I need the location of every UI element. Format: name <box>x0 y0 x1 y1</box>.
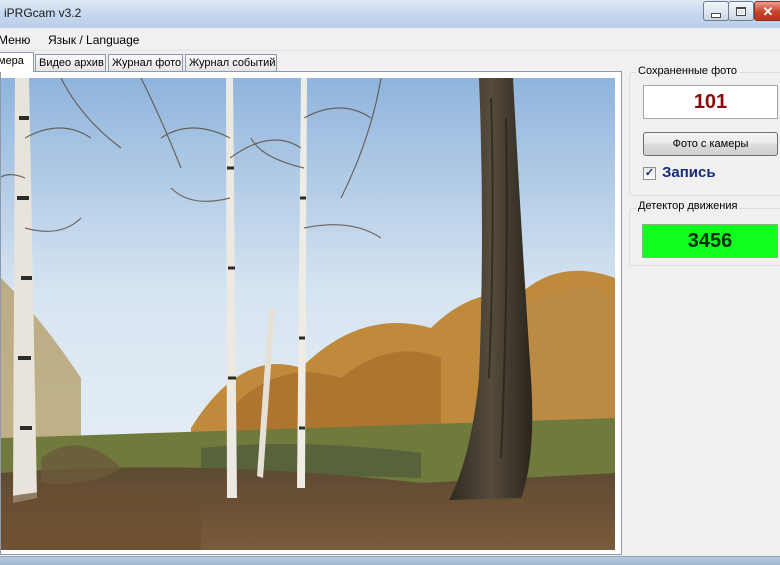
minimize-icon <box>711 12 721 18</box>
minimize-button[interactable] <box>703 1 729 21</box>
record-label[interactable]: Запись <box>662 164 716 181</box>
menu-item-language[interactable]: Язык / Language <box>48 33 139 47</box>
record-checkbox[interactable]: ✓ <box>643 167 656 180</box>
camera-tab-panel <box>0 71 622 555</box>
tab-photo-log[interactable]: Журнал фото <box>108 54 183 71</box>
saved-photos-count: 101 <box>643 85 778 119</box>
close-icon: ✕ <box>762 3 774 19</box>
title-bar: iPRGcam v3.2 ✕ <box>0 0 780 29</box>
checkmark-icon: ✓ <box>644 167 655 179</box>
menu-item-menu[interactable]: Меню <box>0 33 30 47</box>
photo-from-camera-button[interactable]: Фото с камеры <box>643 132 778 156</box>
maximize-icon <box>736 6 746 16</box>
camera-video-feed[interactable] <box>1 78 615 550</box>
tab-event-log[interactable]: Журнал событий <box>185 54 277 71</box>
tab-camera[interactable]: мера <box>0 52 34 72</box>
close-button[interactable]: ✕ <box>754 1 780 21</box>
camera-frame-image <box>1 78 615 550</box>
motion-detector-value: 3456 <box>642 224 778 258</box>
tab-video-archive[interactable]: Видео архив <box>35 54 106 71</box>
saved-photos-label: Сохраненные фото <box>636 65 740 77</box>
maximize-button[interactable] <box>728 1 754 21</box>
menu-bar: Меню Язык / Language <box>0 28 780 51</box>
motion-detector-label: Детектор движения <box>636 200 740 212</box>
window-title: iPRGcam v3.2 <box>4 6 82 20</box>
